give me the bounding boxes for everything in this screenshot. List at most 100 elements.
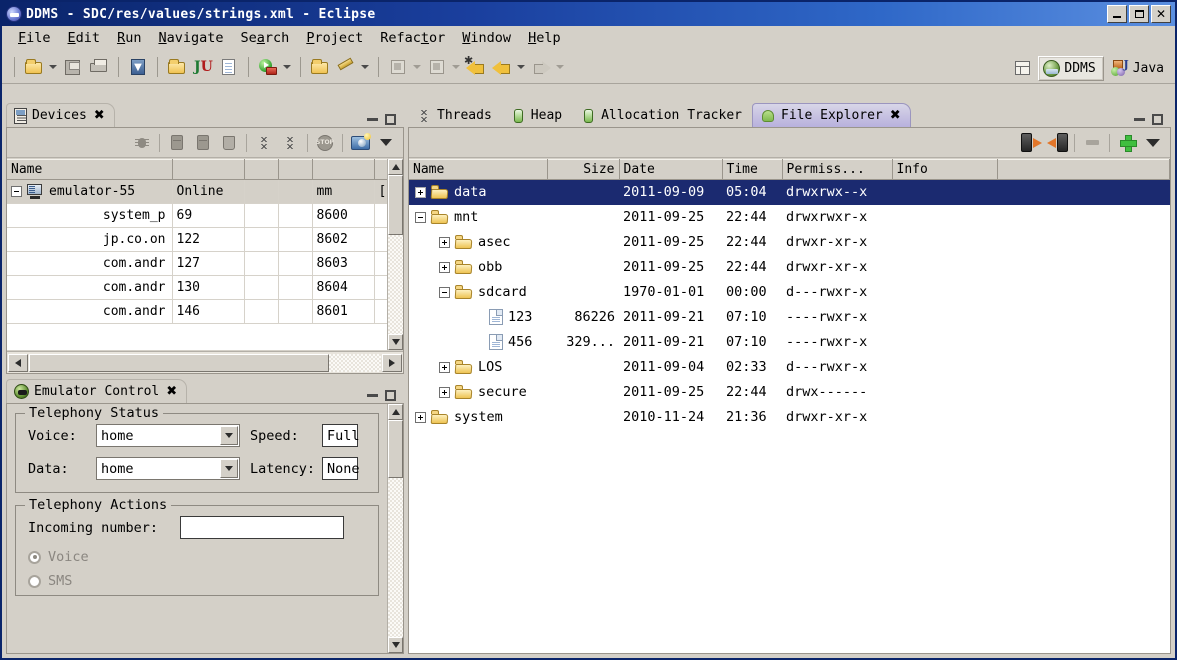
scroll-track[interactable] (388, 420, 403, 637)
maximize-button[interactable] (1129, 5, 1149, 23)
new-android-xml-button[interactable] (217, 55, 241, 79)
table-row[interactable]: 456 329... 2011-09-21 07:10 ----rwxr-x (409, 330, 1170, 355)
search-dropdown-button[interactable] (359, 56, 370, 78)
devices-col-5[interactable] (312, 160, 374, 180)
devices-col-name[interactable]: Name (7, 160, 172, 180)
perspective-java[interactable]: J Java (1107, 56, 1171, 81)
tab-allocation-tracker[interactable]: Allocation Tracker (572, 103, 752, 127)
minimize-view-icon[interactable] (367, 118, 378, 121)
open-perspective-button[interactable] (1009, 56, 1035, 80)
scroll-down-button[interactable] (388, 637, 403, 653)
forward-dropdown-button[interactable] (554, 56, 565, 78)
new-dropdown-button[interactable] (47, 56, 58, 78)
start-method-profiling-button[interactable] (277, 131, 303, 155)
fe-col-permissions[interactable]: Permiss... (782, 160, 892, 180)
scroll-down-button[interactable] (388, 334, 403, 350)
latency-select[interactable]: None (322, 457, 358, 480)
data-dropdown-button[interactable] (220, 459, 238, 478)
scroll-left-button[interactable] (8, 354, 28, 372)
close-icon[interactable]: ✖ (94, 108, 105, 123)
maximize-view-icon[interactable] (1152, 114, 1163, 125)
maximize-view-icon[interactable] (385, 114, 396, 125)
voice-radio-row[interactable]: Voice (28, 549, 368, 565)
table-row[interactable]: mnt 2011-09-25 22:44 drwxrwxr-x (409, 205, 1170, 230)
expand-toggle-icon[interactable] (415, 187, 426, 198)
scroll-right-button[interactable] (382, 354, 402, 372)
menu-window[interactable]: Window (454, 28, 519, 48)
maximize-view-icon[interactable] (385, 390, 396, 401)
expand-toggle-icon[interactable] (439, 362, 450, 373)
menu-navigate[interactable]: Navigate (150, 28, 231, 48)
new-folder-button[interactable] (1114, 131, 1140, 155)
fe-col-time[interactable]: Time (722, 160, 782, 180)
table-row[interactable]: com.andr 130 8604 (7, 276, 387, 300)
sdk-manager-button[interactable] (126, 55, 150, 79)
menu-run[interactable]: Run (109, 28, 149, 48)
menu-edit[interactable]: Edit (60, 28, 109, 48)
expand-toggle-icon[interactable] (439, 237, 450, 248)
table-row[interactable]: asec 2011-09-25 22:44 drwxr-xr-x (409, 230, 1170, 255)
collapse-toggle-icon[interactable] (439, 287, 450, 298)
close-button[interactable]: ✕ (1151, 5, 1171, 23)
collapse-toggle-icon[interactable] (11, 186, 22, 197)
previous-annotation-dropdown-button[interactable] (450, 56, 461, 78)
tab-heap[interactable]: Heap (502, 103, 572, 127)
voice-dropdown-button[interactable] (220, 426, 238, 445)
screen-capture-button[interactable] (347, 131, 373, 155)
next-annotation-button[interactable] (386, 55, 410, 79)
file-explorer-table[interactable]: Name Size Date Time Permiss... Info (409, 159, 1170, 653)
delete-button[interactable] (1079, 131, 1105, 155)
pull-file-button[interactable] (1018, 131, 1044, 155)
devices-vertical-scrollbar[interactable] (387, 159, 403, 350)
perspective-ddms[interactable]: DDMS (1038, 56, 1103, 81)
dump-hprof-button[interactable] (190, 131, 216, 155)
back-dropdown-button[interactable] (515, 56, 526, 78)
expand-toggle-icon[interactable] (439, 262, 450, 273)
scroll-thumb[interactable] (29, 354, 329, 372)
scroll-thumb[interactable] (388, 175, 403, 235)
search-button[interactable] (334, 55, 358, 79)
data-select[interactable]: home (96, 457, 240, 480)
open-type-button[interactable] (308, 55, 332, 79)
next-annotation-dropdown-button[interactable] (411, 56, 422, 78)
menu-file[interactable]: File (10, 28, 59, 48)
devices-view-menu-button[interactable] (373, 131, 399, 155)
fe-col-size[interactable]: Size (547, 160, 619, 180)
speed-select[interactable]: Full (322, 424, 358, 447)
print-button[interactable] (87, 55, 111, 79)
table-row[interactable]: 123 86226 2011-09-21 07:10 ----rwxr-x (409, 305, 1170, 330)
table-row[interactable]: com.andr 127 8603 (7, 252, 387, 276)
table-row[interactable]: system 2010-11-24 21:36 drwxr-xr-x (409, 405, 1170, 430)
menu-refactor[interactable]: Refactor (372, 28, 453, 48)
table-row[interactable]: jp.co.on 122 8602 (7, 228, 387, 252)
expand-toggle-icon[interactable] (439, 387, 450, 398)
collapse-toggle-icon[interactable] (415, 212, 426, 223)
debug-process-button[interactable] (129, 131, 155, 155)
table-row[interactable]: emulator-55 Online mm [2. (7, 180, 387, 204)
save-button[interactable] (61, 55, 85, 79)
new-junit-test-button[interactable]: JU (191, 55, 215, 79)
previous-annotation-button[interactable] (425, 55, 449, 79)
voice-radio-icon[interactable] (28, 551, 41, 564)
fe-col-info[interactable]: Info (892, 160, 997, 180)
devices-col-3[interactable] (244, 160, 278, 180)
menu-search[interactable]: Search (233, 28, 298, 48)
scroll-track[interactable] (29, 354, 381, 372)
table-row[interactable]: data 2011-09-09 05:04 drwxrwx--x (409, 180, 1170, 205)
last-edit-location-button[interactable]: ✱ (464, 55, 488, 79)
new-android-project-button[interactable] (165, 55, 189, 79)
close-icon[interactable]: ✖ (890, 108, 901, 123)
devices-col-4[interactable] (278, 160, 312, 180)
expand-toggle-icon[interactable] (415, 412, 426, 423)
run-button[interactable] (256, 55, 280, 79)
cause-gc-button[interactable] (216, 131, 242, 155)
devices-col-6[interactable] (374, 160, 387, 180)
close-icon[interactable]: ✖ (166, 384, 177, 399)
update-heap-button[interactable] (164, 131, 190, 155)
sms-radio-icon[interactable] (28, 575, 41, 588)
tab-threads[interactable]: Threads (408, 103, 502, 127)
voice-select[interactable]: home (96, 424, 240, 447)
devices-horizontal-scrollbar[interactable] (7, 351, 403, 373)
file-explorer-view-menu-button[interactable] (1140, 131, 1166, 155)
fe-col-date[interactable]: Date (619, 160, 722, 180)
